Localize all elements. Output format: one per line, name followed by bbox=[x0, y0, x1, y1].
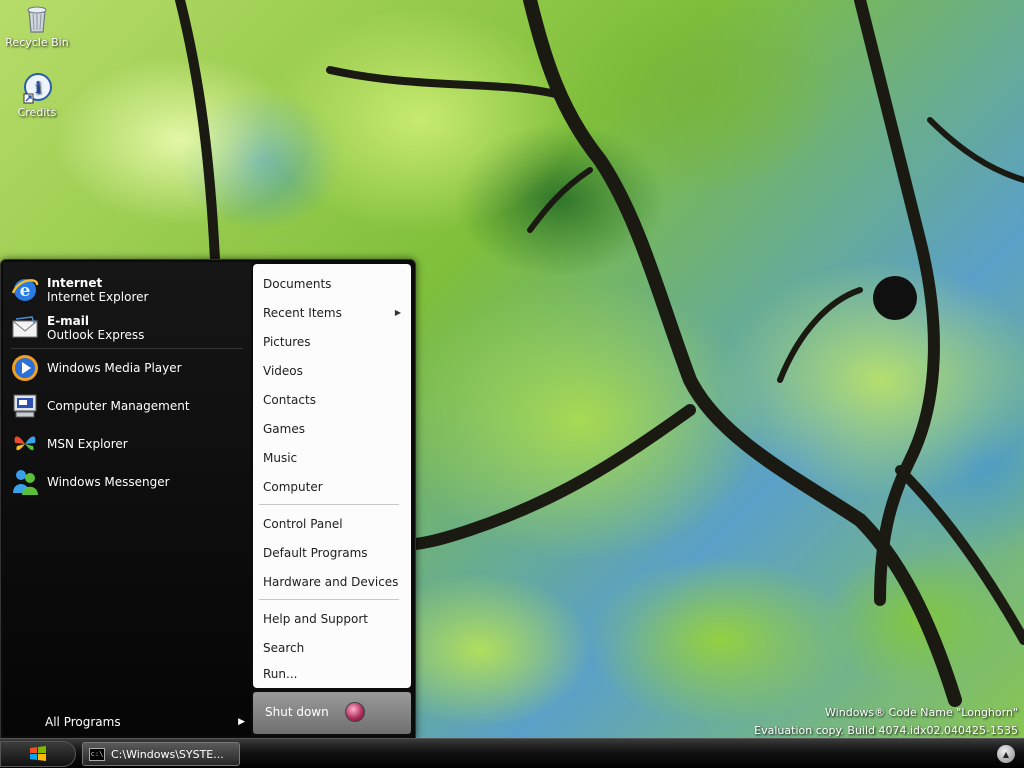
chevron-up-icon: ▲ bbox=[1002, 749, 1010, 759]
start-menu-right-pane: Documents Recent Items ▶ Pictures Videos … bbox=[253, 264, 411, 688]
recycle-bin-icon bbox=[27, 6, 47, 33]
menu-item-documents[interactable]: Documents bbox=[253, 269, 411, 298]
menu-item-label: Control Panel bbox=[263, 516, 343, 531]
tray-expand-button[interactable]: ▲ bbox=[997, 745, 1015, 763]
internet-explorer-icon: e bbox=[9, 274, 41, 306]
taskbar: c:\ C:\Windows\SYSTE... ▲ bbox=[0, 738, 1024, 768]
submenu-arrow-icon: ▶ bbox=[394, 308, 401, 317]
menu-separator bbox=[259, 504, 399, 505]
menu-item-contacts[interactable]: Contacts bbox=[253, 385, 411, 414]
taskbar-button-cmd[interactable]: c:\ C:\Windows\SYSTE... bbox=[82, 742, 240, 766]
menu-item-music[interactable]: Music bbox=[253, 443, 411, 472]
menu-item-label: Computer bbox=[263, 479, 323, 494]
menu-item-label: Pictures bbox=[263, 334, 311, 349]
menu-item-label: Hardware and Devices bbox=[263, 574, 399, 589]
chevron-right-icon: ▶ bbox=[238, 717, 245, 727]
menu-item-label: Documents bbox=[263, 276, 332, 291]
computer-management-icon bbox=[9, 390, 41, 422]
pinned-email-title: E-mail bbox=[47, 314, 90, 328]
menu-item-label: Contacts bbox=[263, 392, 316, 407]
menu-item-computer[interactable]: Computer bbox=[253, 472, 411, 501]
start-menu-left-pane: e Internet Internet Explorer E-mail Outloo… bbox=[3, 262, 251, 736]
menu-item-games[interactable]: Games bbox=[253, 414, 411, 443]
pinned-internet-title: Internet bbox=[47, 276, 103, 290]
program-msn-explorer[interactable]: MSN Explorer bbox=[9, 426, 128, 462]
pinned-separator bbox=[11, 348, 243, 349]
msn-butterfly-icon bbox=[9, 428, 41, 460]
start-button[interactable] bbox=[0, 741, 76, 767]
watermark-line-1: Windows® Code Name "Longhorn" bbox=[825, 706, 1018, 719]
menu-item-label: Videos bbox=[263, 363, 303, 378]
menu-item-videos[interactable]: Videos bbox=[253, 356, 411, 385]
credits-label: Credits bbox=[17, 106, 57, 119]
menu-item-control-panel[interactable]: Control Panel bbox=[253, 509, 411, 538]
pinned-internet[interactable]: e Internet Internet Explorer bbox=[9, 272, 148, 308]
program-windows-media-player[interactable]: Windows Media Player bbox=[9, 350, 182, 386]
menu-item-pictures[interactable]: Pictures bbox=[253, 327, 411, 356]
menu-item-label: Default Programs bbox=[263, 545, 368, 560]
shutdown-button[interactable] bbox=[345, 702, 365, 722]
svg-text:i: i bbox=[35, 78, 41, 97]
windows-logo-icon bbox=[30, 746, 46, 761]
desktop-icon-credits[interactable]: i Credits bbox=[2, 72, 72, 119]
program-label: Computer Management bbox=[47, 399, 190, 413]
menu-item-label: Run... bbox=[263, 667, 298, 681]
build-watermark: Windows® Code Name "Longhorn" Evaluation… bbox=[754, 704, 1018, 740]
menu-item-label: Help and Support bbox=[263, 611, 368, 626]
all-programs-button[interactable]: All Programs ▶ bbox=[45, 712, 245, 732]
all-programs-label: All Programs bbox=[45, 715, 121, 729]
messenger-icon bbox=[9, 466, 41, 498]
menu-item-search[interactable]: Search bbox=[253, 633, 411, 662]
shutdown-label[interactable]: Shut down bbox=[265, 705, 329, 719]
menu-item-label: Games bbox=[263, 421, 305, 436]
program-label: Windows Messenger bbox=[47, 475, 170, 489]
desktop-icon-recycle-bin[interactable]: Recycle Bin bbox=[2, 2, 72, 49]
taskbar-button-label: C:\Windows\SYSTE... bbox=[111, 747, 224, 761]
program-label: MSN Explorer bbox=[47, 437, 128, 451]
media-player-icon bbox=[9, 352, 41, 384]
menu-item-help-and-support[interactable]: Help and Support bbox=[253, 604, 411, 633]
pinned-email[interactable]: E-mail Outlook Express bbox=[9, 310, 144, 346]
info-icon: i bbox=[23, 73, 52, 104]
program-label: Windows Media Player bbox=[47, 361, 182, 375]
pinned-email-subtitle: Outlook Express bbox=[47, 328, 145, 342]
menu-item-run[interactable]: Run... bbox=[253, 662, 411, 686]
recycle-bin-label: Recycle Bin bbox=[5, 36, 69, 49]
program-windows-messenger[interactable]: Windows Messenger bbox=[9, 464, 170, 500]
menu-separator bbox=[259, 599, 399, 600]
menu-item-default-programs[interactable]: Default Programs bbox=[253, 538, 411, 567]
pinned-internet-subtitle: Internet Explorer bbox=[47, 290, 149, 304]
menu-item-label: Recent Items bbox=[263, 305, 342, 320]
outlook-express-icon bbox=[9, 312, 41, 344]
shutdown-bar: Shut down bbox=[253, 692, 411, 734]
menu-item-label: Search bbox=[263, 640, 305, 655]
menu-item-hardware-and-devices[interactable]: Hardware and Devices bbox=[253, 567, 411, 596]
program-computer-management[interactable]: Computer Management bbox=[9, 388, 190, 424]
command-prompt-icon: c:\ bbox=[89, 747, 105, 761]
menu-item-recent-items[interactable]: Recent Items ▶ bbox=[253, 298, 411, 327]
menu-item-label: Music bbox=[263, 450, 298, 465]
start-menu: e Internet Internet Explorer E-mail Outloo… bbox=[0, 259, 416, 739]
